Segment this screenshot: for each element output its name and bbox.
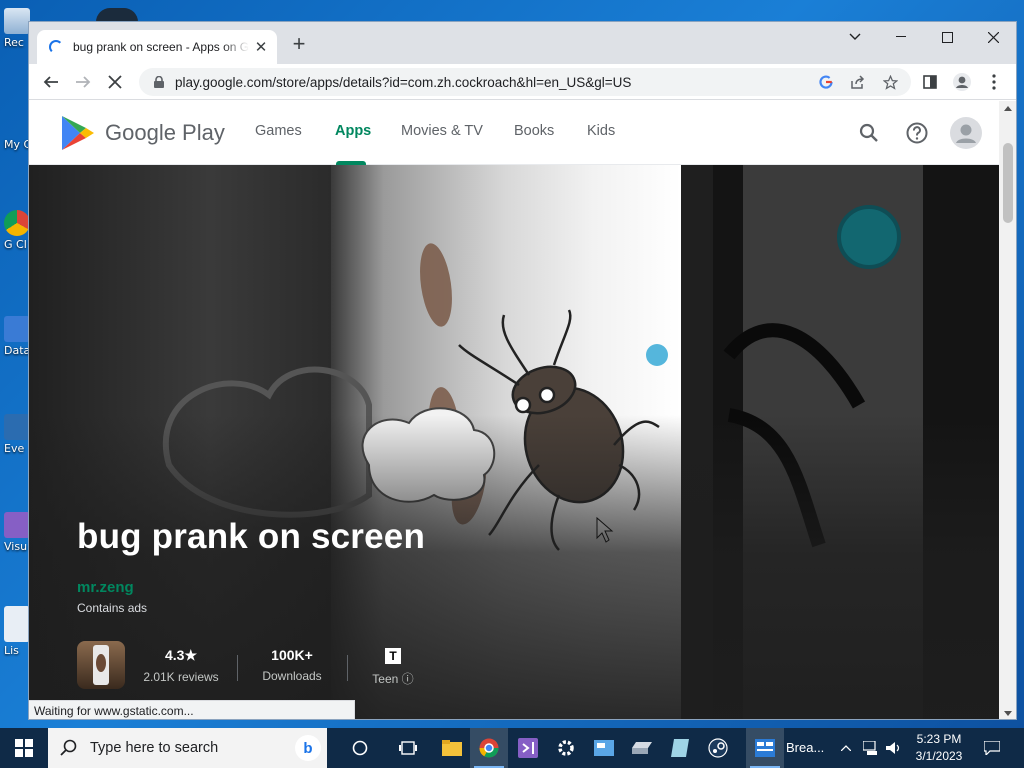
content-rating-label[interactable]: Teen ⓘ: [363, 670, 423, 687]
browser-menu-icon[interactable]: [980, 68, 1008, 96]
browser-tab[interactable]: bug prank on screen - Apps on Google Pla…: [37, 30, 277, 64]
task-view-icon[interactable]: [389, 728, 427, 768]
clock-date: 3/1/2023: [915, 749, 963, 763]
google-play-brand[interactable]: Google Play: [105, 120, 225, 146]
breakout-task-label[interactable]: Brea...: [786, 740, 824, 755]
search-icon[interactable]: [855, 119, 883, 147]
visual-studio-taskbar-icon[interactable]: [509, 728, 547, 768]
window-close-icon[interactable]: [970, 22, 1016, 52]
rating-stat: 4.3★ 2.01K reviews: [141, 647, 221, 684]
maximize-icon[interactable]: [924, 22, 970, 52]
back-icon[interactable]: [37, 68, 65, 96]
chrome-taskbar-icon[interactable]: [470, 728, 508, 768]
tab-strip: bug prank on screen - Apps on Google Pla…: [29, 22, 1016, 64]
cortana-icon[interactable]: [341, 728, 379, 768]
profile-icon[interactable]: [948, 68, 976, 96]
forward-icon[interactable]: [69, 68, 97, 96]
content-rating-icon: T: [363, 647, 423, 664]
start-button[interactable]: [0, 728, 48, 768]
google-play-logo-icon[interactable]: [59, 114, 97, 152]
taskbar-search-box[interactable]: Type here to search b: [48, 728, 327, 768]
nav-tab-kids[interactable]: Kids: [587, 123, 615, 139]
content-rating-stat: T Teen ⓘ: [363, 647, 423, 687]
stat-divider: [237, 655, 238, 681]
address-bar[interactable]: play.google.com/store/apps/details?id=co…: [139, 68, 911, 96]
developer-link[interactable]: mr.zeng: [77, 579, 134, 596]
bing-icon[interactable]: b: [295, 735, 321, 761]
tab-close-icon[interactable]: ✕: [253, 38, 269, 56]
app-stats-row: 4.3★ 2.01K reviews 100K+ Downloads T Tee…: [77, 641, 437, 697]
rating-value: 4.3★: [164, 647, 197, 663]
scroll-thumb[interactable]: [1003, 143, 1013, 223]
system-clock[interactable]: 5:23 PM 3/1/2023: [904, 731, 974, 765]
network-icon[interactable]: [860, 728, 882, 768]
show-hidden-icons-icon[interactable]: [838, 728, 854, 768]
file-explorer-icon[interactable]: [433, 728, 471, 768]
database-icon: [4, 316, 30, 342]
stop-loading-icon[interactable]: [101, 68, 129, 96]
stat-divider: [347, 655, 348, 681]
reviews-count[interactable]: 2.01K reviews: [141, 670, 221, 684]
downloads-stat: 100K+ Downloads: [253, 647, 331, 683]
browser-window: bug prank on screen - Apps on Google Pla…: [28, 21, 1017, 720]
nav-tab-games[interactable]: Games: [255, 123, 302, 139]
tab-title: bug prank on screen - Apps on Google Pla…: [73, 40, 249, 54]
new-tab-icon[interactable]: +: [289, 33, 309, 57]
clock-time: 5:23 PM: [916, 732, 962, 746]
app-title: bug prank on screen: [77, 517, 426, 556]
volume-icon[interactable]: [884, 728, 904, 768]
nav-tab-movies-tv[interactable]: Movies & TV: [401, 123, 483, 139]
nav-tab-apps[interactable]: Apps: [335, 123, 371, 139]
page-scrollbar[interactable]: [999, 101, 1016, 719]
breakout-app-icon[interactable]: [746, 728, 784, 768]
notes-app-icon[interactable]: [661, 728, 699, 768]
scroll-down-arrow-icon[interactable]: [1004, 711, 1012, 716]
help-icon[interactable]: [903, 119, 931, 147]
downloads-label: Downloads: [262, 669, 322, 683]
minimize-icon[interactable]: [878, 22, 924, 52]
list-icon: [4, 606, 30, 642]
tab-search-icon[interactable]: [832, 22, 878, 52]
steam-icon[interactable]: [699, 728, 737, 768]
desktop-avatar-icon: [96, 8, 138, 22]
browser-status-bar: Waiting for www.gstatic.com...: [29, 700, 355, 719]
computer-icon: [4, 130, 30, 136]
play-store-header: Google Play Games Apps Movies & TV Books…: [29, 101, 999, 165]
share-icon[interactable]: [847, 72, 869, 92]
search-icon: [60, 739, 77, 756]
browser-toolbar: play.google.com/store/apps/details?id=co…: [29, 64, 1016, 100]
settings-gear-icon[interactable]: [547, 728, 585, 768]
app-hero-banner: bug prank on screen mr.zeng Contains ads…: [29, 165, 999, 719]
scroll-up-arrow-icon[interactable]: [1004, 106, 1012, 111]
bookmark-star-icon[interactable]: [879, 72, 901, 92]
control-panel-icon[interactable]: [585, 728, 623, 768]
recycle-bin-icon: [4, 8, 30, 34]
account-avatar-icon[interactable]: [949, 116, 983, 150]
windows-taskbar: Type here to search b Brea... 5:23 PM 3/…: [0, 728, 1024, 768]
app-icon: [77, 641, 125, 689]
nav-tab-books[interactable]: Books: [514, 123, 554, 139]
contains-ads-label: Contains ads: [77, 601, 148, 615]
lock-icon[interactable]: [151, 74, 167, 90]
windows-logo-icon: [15, 739, 33, 757]
url-text[interactable]: play.google.com/store/apps/details?id=co…: [175, 75, 631, 90]
google-lens-icon[interactable]: [815, 72, 837, 92]
loading-spinner-icon: [49, 40, 63, 54]
notification-center-icon[interactable]: [980, 728, 1004, 768]
event-icon: [4, 414, 30, 440]
drive-icon[interactable]: [623, 728, 661, 768]
downloads-value: 100K+: [271, 647, 313, 663]
visual-studio-icon: [4, 512, 30, 538]
taskbar-search-placeholder: Type here to search: [90, 740, 219, 756]
info-icon[interactable]: ⓘ: [402, 672, 414, 686]
side-panel-icon[interactable]: [916, 68, 944, 96]
chrome-shortcut-icon: [4, 210, 30, 236]
